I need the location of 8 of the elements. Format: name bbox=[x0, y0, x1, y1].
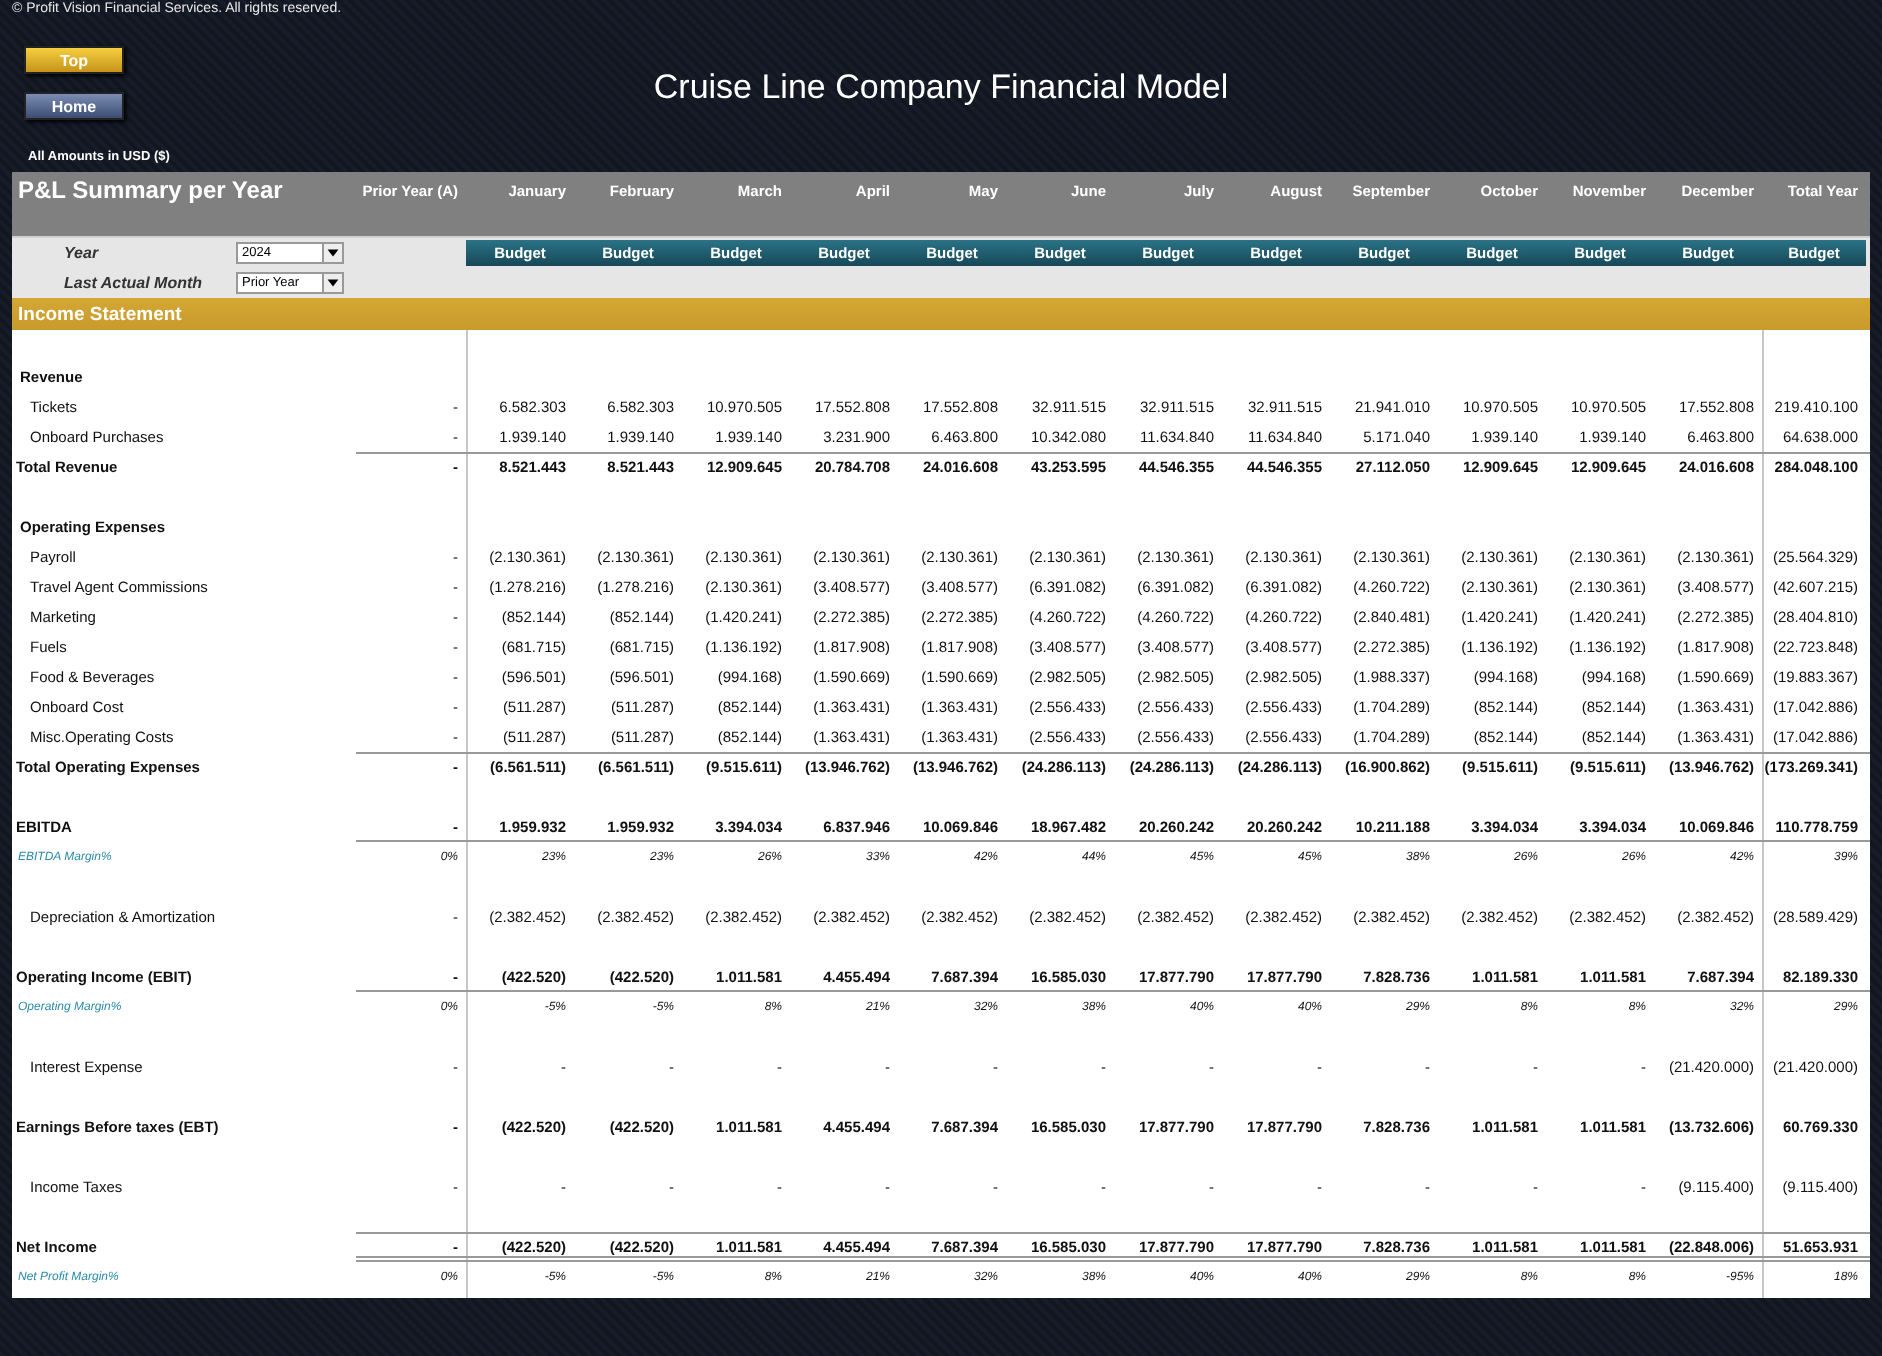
nav-button[interactable]: Home bbox=[24, 92, 124, 120]
page-title: Cruise Line Company Financial Model bbox=[653, 68, 1229, 108]
section-header: Income Statement bbox=[12, 298, 1870, 330]
summary-title: P&L Summary per Year bbox=[16, 174, 285, 204]
control-label: Last Actual Month bbox=[64, 274, 203, 292]
control-label: Year bbox=[64, 244, 99, 262]
caret-icon bbox=[322, 274, 342, 292]
caret-icon bbox=[322, 244, 342, 262]
